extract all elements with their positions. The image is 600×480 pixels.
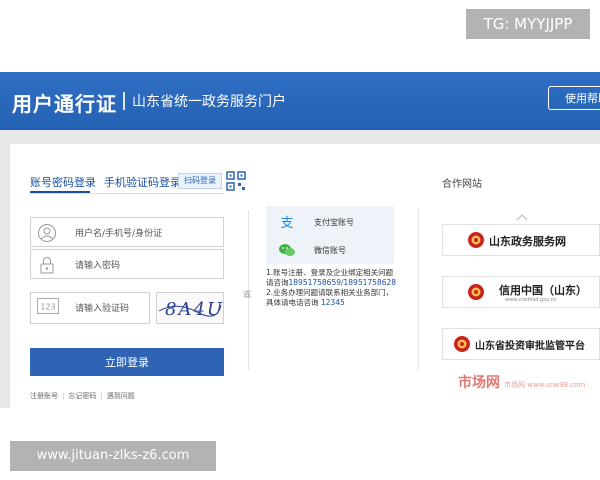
partner-shandong-gov[interactable]: 山东政务服务网 — [442, 224, 600, 256]
wechat-label: 微信账号 — [314, 246, 346, 255]
watermark-small-text: 市场网 www.scw98.com — [504, 381, 586, 389]
alipay-icon: 支 — [278, 213, 296, 235]
or-divider-text: 或 — [243, 290, 251, 299]
title-separator — [123, 92, 125, 110]
account-links: 注册账号 | 忘记密码 | 遇到问题 — [30, 391, 135, 401]
forgot-password-link[interactable]: 忘记密码 — [68, 392, 96, 400]
site-subtitle: 山东省统一政务服务门户 — [132, 94, 286, 110]
partner-name: 信用中国（山东） — [499, 284, 587, 297]
watermark-main-text: 市场网 — [458, 375, 500, 391]
national-emblem-icon — [467, 283, 485, 305]
section-divider-right — [418, 210, 419, 370]
username-input[interactable]: 用户名/手机号/身份证 — [30, 217, 224, 247]
partner-investment-platform[interactable]: 山东省投资审批监管平台 — [442, 328, 600, 360]
watermark-url-label: www.jituan-zlks-z6.com — [10, 441, 216, 471]
password-input[interactable]: 请输入密码 — [30, 249, 224, 279]
qr-code-icon[interactable] — [226, 171, 246, 195]
user-icon — [37, 223, 57, 247]
alipay-login-option[interactable]: 支 支付宝账号 — [266, 208, 394, 236]
tab-divider — [30, 193, 224, 194]
captcha-number-icon: 123 — [37, 298, 59, 318]
scan-login-badge[interactable]: 扫码登录 — [178, 173, 222, 189]
site-title: 用户通行证 — [12, 92, 117, 116]
watermark-logo: 市场网 市场网 www.scw98.com — [458, 372, 585, 392]
help-notes: 1.账号注册、登录及企业绑定相关问题请咨询18951758659/1895175… — [266, 268, 398, 308]
note-line1-phone: 18951758659/18951758628 — [288, 278, 397, 287]
help-button[interactable]: 使用帮助 — [548, 86, 600, 110]
partner-sites-title: 合作网站 — [442, 179, 482, 190]
active-tab-indicator — [30, 191, 90, 193]
note-line2-phone: 12345 — [320, 298, 345, 307]
partner-url: www.creditsd.gov.cn — [505, 297, 557, 303]
tab-sms-login[interactable]: 手机验证码登录 — [104, 174, 181, 190]
partner-name: 山东省投资审批监管平台 — [475, 341, 585, 352]
link-separator: | — [62, 392, 65, 400]
captcha-placeholder: 请输入验证码 — [75, 304, 130, 314]
lock-icon — [37, 255, 57, 279]
partner-name: 山东政务服务网 — [489, 235, 566, 248]
national-emblem-icon — [453, 335, 471, 357]
alipay-label: 支付宝账号 — [314, 218, 354, 227]
link-separator: | — [100, 392, 103, 400]
partner-credit-china[interactable]: 信用中国（山东） www.creditsd.gov.cn — [442, 276, 600, 308]
chevron-up-icon[interactable] — [516, 206, 528, 225]
wechat-icon — [278, 241, 296, 263]
wechat-login-option[interactable]: 微信账号 — [266, 236, 394, 264]
captcha-icon-text: 123 — [40, 303, 55, 312]
captcha-image[interactable]: 8A4U — [156, 292, 224, 324]
problem-link[interactable]: 遇到问题 — [107, 392, 135, 400]
watermark-tg-label: TG: MYYJJPP — [466, 9, 590, 39]
svg-text:支: 支 — [280, 216, 293, 231]
national-emblem-icon — [467, 231, 485, 253]
captcha-input[interactable]: 123 请输入验证码 — [30, 292, 150, 324]
username-placeholder: 用户名/手机号/身份证 — [75, 229, 163, 239]
tab-password-login[interactable]: 账号密码登录 — [30, 174, 96, 190]
register-link[interactable]: 注册账号 — [30, 392, 58, 400]
captcha-text: 8A4U — [165, 299, 223, 320]
login-button[interactable]: 立即登录 — [30, 348, 224, 376]
alternative-login-box: 支 支付宝账号 微信账号 — [266, 206, 394, 264]
password-placeholder: 请输入密码 — [75, 261, 121, 271]
